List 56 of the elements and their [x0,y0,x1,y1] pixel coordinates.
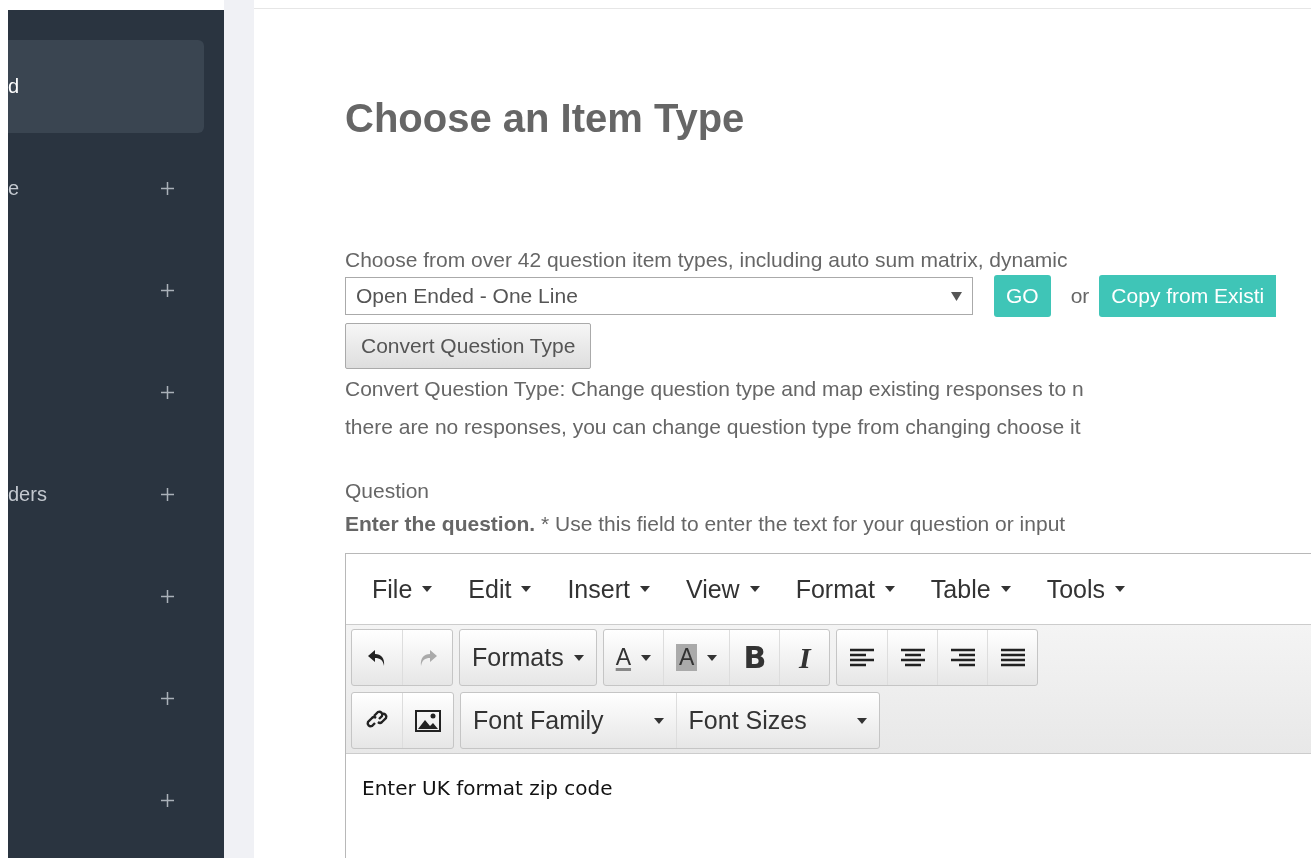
bold-button[interactable]: B [729,630,780,685]
page-title: Choose an Item Type [345,95,746,142]
sidebar-label: d [8,75,20,98]
plus-icon [161,182,174,195]
question-label: Question [345,478,431,504]
sidebar-item[interactable]: e [8,142,204,235]
plus-icon [161,590,174,603]
menu-item[interactable]: View [667,574,778,604]
help-text: Convert Question Type: Change question type and map existing responses to n [345,376,1085,402]
caret-icon [639,586,650,592]
menu-item[interactable]: Tools [1028,574,1143,604]
dropdown-button[interactable]: Font Sizes [675,693,879,748]
caret-icon [422,586,433,592]
sidebar-label: e [8,177,20,200]
editor-content[interactable]: Enter UK format zip code [346,754,1311,822]
caret-icon [653,717,664,724]
intro-text: Choose from over 42 question item types, including auto sum matrix, dynamic [345,247,1069,273]
italic-button[interactable]: I [779,630,830,685]
plus-icon [161,386,174,399]
caret-icon [749,586,760,592]
menu-item[interactable]: Edit [450,574,550,604]
dropdown-arrow-icon [951,291,962,301]
align-justify-icon [1000,647,1025,668]
plus-icon [161,692,174,705]
sidebar-item[interactable]: ders [8,448,204,541]
menu-item[interactable]: Table [912,574,1029,604]
caret-icon [521,586,532,592]
dropdown-button[interactable]: Formats [460,630,596,685]
align-left-icon [850,647,875,668]
help-text: there are no responses, you can change question type from changing choose it [345,414,1082,440]
align-right-icon [950,647,975,668]
caret-icon [641,654,652,661]
caret-icon [1115,586,1125,592]
convert-type-button[interactable]: Convert Question Type [345,323,592,369]
align-center-icon [900,647,925,668]
caret-icon [1000,586,1011,592]
caret-icon [573,654,584,661]
menu-item[interactable]: File [354,574,451,604]
menu-item[interactable]: Format [777,574,913,604]
background-color-button[interactable]: A [663,630,730,685]
menu-item[interactable]: Insert [549,574,668,604]
sidebar-label: ders [8,483,47,506]
caret-icon [884,586,895,592]
select-value: Open Ended - One Line [356,284,578,308]
or-text: or [1070,284,1090,308]
plus-icon [161,284,174,297]
sidebar-item[interactable]: d [8,40,204,133]
caret-icon [856,717,867,724]
item-type-select[interactable]: Open Ended - One Line [345,277,973,315]
plus-icon [161,488,174,501]
plus-icon [161,794,174,807]
dropdown-button[interactable]: Font Family [461,693,676,748]
question-help-text: Enter the question.* Use this field to enter the text for your question or input [345,511,1067,537]
image-icon [415,709,441,732]
caret-icon [707,654,718,661]
text-color-button[interactable]: A [603,630,664,685]
